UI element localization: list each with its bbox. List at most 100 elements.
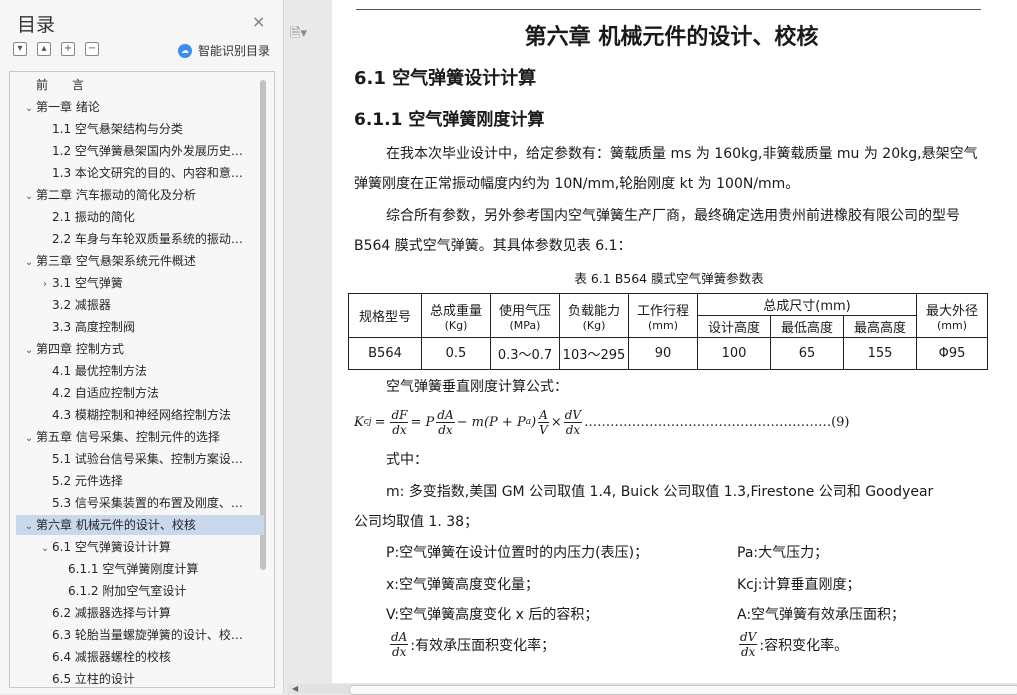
chevron-icon[interactable]: ⌄	[22, 341, 36, 359]
header-diameter-label: 最大外径	[925, 303, 978, 319]
header-size: 总成尺寸(mm)	[697, 293, 917, 316]
chevron-icon[interactable]: ⌄	[22, 253, 36, 271]
toc-item[interactable]: 6.1.1 空气弹簧刚度计算	[16, 559, 274, 579]
formula-term: − m(P + P	[456, 414, 526, 430]
formula-fraction: AV	[538, 408, 549, 437]
toc-item[interactable]: 6.5 立柱的设计	[16, 669, 274, 687]
toc-item[interactable]: 2.1 振动的简化	[16, 207, 274, 227]
toc-item-label: 2.2 车身与车轮双质量系统的振动…	[52, 232, 243, 246]
formula-fraction: dV dx	[739, 630, 758, 659]
stiffness-formula: Kcj = dF dx = P dA dx − m(P + Pa) AV × dV d…	[354, 404, 850, 440]
fraction-numerator: dA	[390, 630, 409, 645]
table-caption: 表 6.1 B564 膜式空气弹簧参数表	[574, 271, 764, 286]
toc-item[interactable]: 6.3 轮胎当量螺旋弹簧的设计、校…	[16, 625, 274, 645]
toc-item-label: 1.3 本论文研究的目的、内容和意…	[52, 166, 243, 180]
document-page: 第六章 机械元件的设计、校核 6.1 空气弹簧设计计算 6.1.1 空气弹簧刚度…	[332, 0, 1017, 683]
header-load: 负载能力 (Kg)	[559, 293, 629, 338]
toc-item-label: 5.1 试验台信号采集、控制方案设…	[52, 452, 243, 466]
scroll-left-icon[interactable]: ◀	[292, 684, 298, 693]
toc-item[interactable]: 1.1 空气悬架结构与分类	[16, 119, 274, 139]
toc-item-label: 5.2 元件选择	[52, 474, 123, 488]
toc-item[interactable]: 前 言	[16, 75, 264, 95]
toc-item-label: 6.5 立柱的设计	[52, 672, 135, 686]
close-icon[interactable]: ×	[252, 12, 265, 31]
header-min-height: 最低高度	[770, 315, 844, 338]
toc-item[interactable]: 6.2 减振器选择与计算	[16, 603, 274, 623]
fraction-numerator: dF	[390, 407, 409, 423]
toc-pane: 目录 × ▾ ▴ + − ☁ 智能识别目录 前 言 ⌄ 第一章 绪论 1.1 空气悬架…	[0, 0, 284, 694]
add-heading-button[interactable]: +	[61, 42, 75, 56]
toc-item[interactable]: ⌄ 第五章 信号采集、控制元件的选择	[16, 427, 264, 447]
table-cell: 0.5	[421, 337, 491, 370]
m-definition-line2: 公司均取值 1. 38；	[354, 514, 479, 530]
paragraph-2: 综合所有参数，另外参考国内空气弹簧生产厂商，最终确定选用贵州前进橡胶有限公司的型…	[354, 201, 984, 261]
toc-item[interactable]: 1.3 本论文研究的目的、内容和意…	[16, 163, 274, 183]
header-pressure-unit: (MPa)	[509, 318, 541, 332]
toc-list[interactable]: 前 言 ⌄ 第一章 绪论 1.1 空气悬架结构与分类 1.2 空气弹簧悬架国内外发展历史…	[9, 71, 275, 688]
toc-item-label: 4.3 模糊控制和神经网络控制方法	[52, 408, 231, 422]
header-weight-unit: (Kg)	[444, 318, 468, 332]
header-diameter: 最大外径 (mm)	[916, 293, 988, 338]
toc-toolbar: ▾ ▴ + −	[13, 42, 99, 58]
toc-item[interactable]: › 3.1 空气弹簧	[16, 273, 274, 293]
def-right: Kcj:计算垂直刚度；	[737, 577, 861, 593]
toc-item-label: 6.4 减振器螺栓的校核	[52, 650, 171, 664]
fraction-denominator: dx	[391, 645, 407, 659]
remove-heading-button[interactable]: −	[85, 42, 99, 56]
table-row: B564 0.5 0.3～0.7 103～295 90 100 65 155 Φ…	[348, 337, 988, 370]
page-icon[interactable]: 🗎▾	[290, 24, 307, 46]
toc-item[interactable]: 2.2 车身与车轮双质量系统的振动…	[16, 229, 274, 249]
toc-item-label: 4.1 最优控制方法	[52, 364, 147, 378]
formula-fraction: dA dx	[390, 630, 409, 659]
toc-item[interactable]: 5.3 信号采集装置的布置及刚度、…	[16, 493, 274, 513]
toc-item[interactable]: ⌄ 第一章 绪论	[16, 97, 264, 117]
paragraph-2-text: 综合所有参数，另外参考国内空气弹簧生产厂商，最终确定选用贵州前进橡胶有限公司的型…	[354, 208, 960, 254]
formula-leader-dots: …………………………………………………	[584, 414, 832, 430]
chevron-icon[interactable]: ⌄	[22, 187, 36, 205]
toc-item[interactable]: ⌄ 第三章 空气悬架系统元件概述	[16, 251, 264, 271]
toc-item-label: 第六章 机械元件的设计、校核	[36, 518, 196, 532]
toc-item[interactable]: 4.2 自适应控制方法	[16, 383, 274, 403]
toc-item[interactable]: 3.3 高度控制阀	[16, 317, 274, 337]
subsection-heading: 6.1.1 空气弹簧刚度计算	[354, 110, 545, 130]
def-fraction-left: dA dx :有效承压面积变化率；	[388, 630, 555, 659]
header-model: 规格型号	[348, 293, 422, 338]
toc-item[interactable]: 5.2 元件选择	[16, 471, 274, 491]
formula-fraction: dV dx	[563, 408, 583, 437]
toc-item[interactable]: ⌄ 第六章 机械元件的设计、校核	[16, 515, 264, 535]
toc-item[interactable]: ⌄ 第二章 汽车振动的简化及分析	[16, 185, 264, 205]
toc-item[interactable]: 4.1 最优控制方法	[16, 361, 274, 381]
expand-all-button[interactable]: ▴	[37, 42, 51, 56]
chevron-icon[interactable]: ⌄	[22, 99, 36, 117]
header-weight-label: 总成重量	[429, 303, 482, 319]
def-left: x:空气弹簧高度变化量；	[386, 577, 540, 593]
header-max-height: 最高高度	[843, 315, 917, 338]
collapse-all-button[interactable]: ▾	[13, 42, 27, 56]
toc-item[interactable]: 6.4 减振器螺栓的校核	[16, 647, 274, 667]
toc-item[interactable]: 1.2 空气弹簧悬架国内外发展历史…	[16, 141, 274, 161]
toc-item[interactable]: ⌄ 6.1 空气弹簧设计计算	[16, 537, 274, 557]
toc-item[interactable]: 4.3 模糊控制和神经网络控制方法	[16, 405, 274, 425]
chevron-icon[interactable]: ⌄	[22, 429, 36, 447]
toc-item[interactable]: 6.1.2 附加空气室设计	[16, 581, 274, 601]
table-cell: B564	[348, 337, 422, 370]
toc-item-label: 第五章 信号采集、控制元件的选择	[36, 430, 220, 444]
header-design-height: 设计高度	[697, 315, 771, 338]
def-fraction-right: dV dx :容积变化率。	[737, 630, 848, 659]
toc-item-label: 5.3 信号采集装置的布置及刚度、…	[52, 496, 243, 510]
chevron-icon[interactable]: ⌄	[22, 517, 36, 535]
def-right: Pa:大气压力；	[737, 545, 829, 561]
chevron-icon[interactable]: ⌄	[38, 539, 52, 557]
toc-item[interactable]: 5.1 试验台信号采集、控制方案设…	[16, 449, 274, 469]
header-diameter-unit: (mm)	[936, 318, 967, 332]
toc-item-label: 3.3 高度控制阀	[52, 320, 135, 334]
spec-table: 规格型号 总成重量 (Kg) 使用气压 (MPa) 负载能力 (Kg) 工作行程 (mm…	[348, 293, 988, 370]
toc-item-label: 6.3 轮胎当量螺旋弹簧的设计、校…	[52, 628, 243, 642]
toc-item[interactable]: ⌄ 第四章 控制方式	[16, 339, 264, 359]
smart-recognize-button[interactable]: ☁ 智能识别目录	[178, 42, 270, 59]
chevron-icon[interactable]: ›	[38, 275, 52, 293]
table-cell: 65	[770, 337, 844, 370]
toc-item-label: 2.1 振动的简化	[52, 210, 135, 224]
table-cell: Φ95	[916, 337, 988, 370]
toc-item[interactable]: 3.2 减振器	[16, 295, 274, 315]
